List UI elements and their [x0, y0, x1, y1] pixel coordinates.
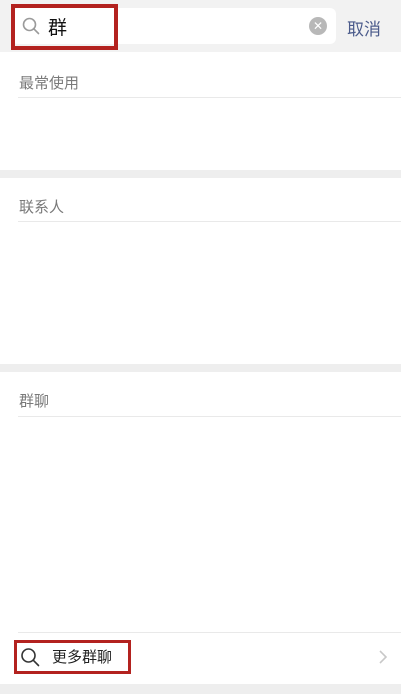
chevron-right-icon[interactable]: [378, 650, 388, 664]
section-gap: [0, 364, 401, 372]
clear-icon[interactable]: ✕: [309, 17, 327, 35]
divider: [18, 97, 401, 98]
section-gap: [0, 170, 401, 178]
section-title-contacts: 联系人: [19, 198, 65, 216]
divider: [18, 221, 401, 222]
section-title-groups: 群聊: [19, 392, 50, 410]
bottom-gap: [0, 684, 401, 694]
search-highlight-box: [11, 4, 118, 50]
divider: [18, 416, 401, 417]
divider: [18, 632, 401, 633]
cancel-button[interactable]: 取消: [347, 15, 381, 40]
more-groups-highlight-box: [14, 640, 131, 674]
section-title-frequent: 最常使用: [19, 74, 80, 92]
